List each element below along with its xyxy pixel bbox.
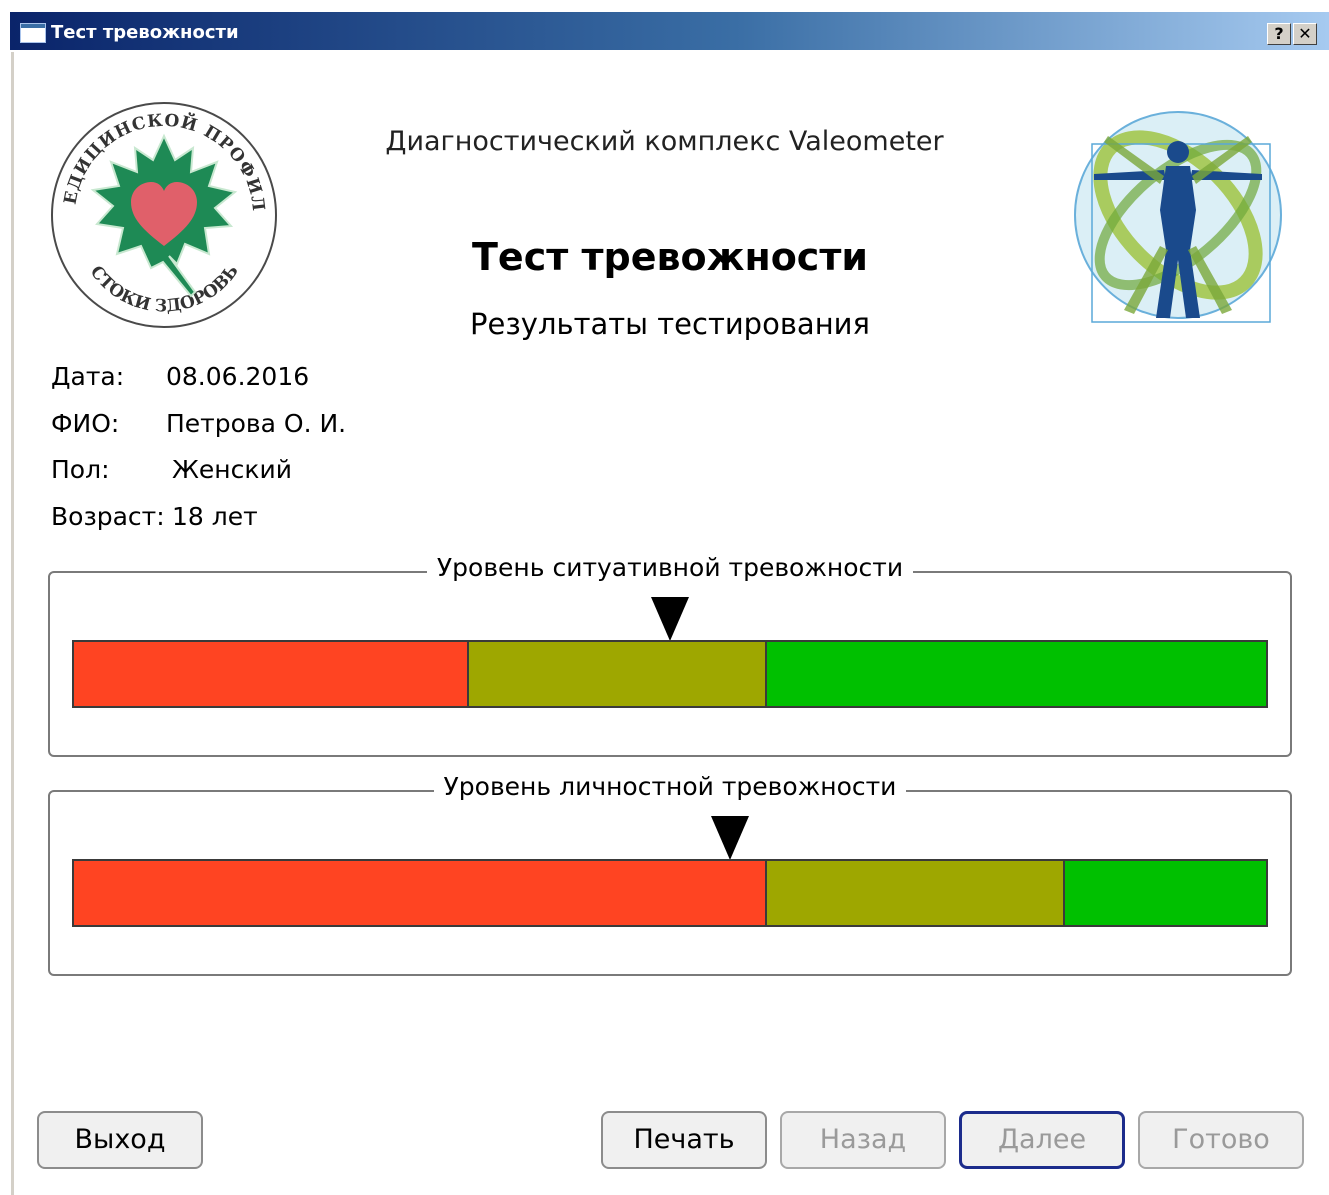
next-button[interactable]: Далее xyxy=(959,1111,1125,1169)
personal-anxiety-marker xyxy=(710,816,749,860)
exit-button[interactable]: Выход xyxy=(37,1111,203,1169)
done-button[interactable]: Готово xyxy=(1138,1111,1304,1169)
situational-anxiety-scale xyxy=(72,640,1268,708)
sex-value: Женский xyxy=(172,455,292,484)
scale-segment-low xyxy=(1063,861,1266,925)
results-heading: Результаты тестирования xyxy=(470,307,870,341)
age-label: Возраст: xyxy=(51,502,165,531)
name-value: Петрова О. И. xyxy=(166,409,347,438)
date-label: Дата: xyxy=(51,362,125,391)
situational-anxiety-label: Уровень ситуативной тревожности xyxy=(426,553,914,582)
scale-segment-mid xyxy=(765,861,1064,925)
situational-anxiety-group: Уровень ситуативной тревожности xyxy=(48,553,1292,757)
help-button[interactable]: ? xyxy=(1267,23,1291,45)
personal-anxiety-group: Уровень личностной тревожности xyxy=(48,772,1292,976)
age-value: 18 лет xyxy=(172,502,258,531)
sex-label: Пол: xyxy=(51,455,110,484)
close-button[interactable]: ✕ xyxy=(1293,23,1317,45)
situational-anxiety-marker xyxy=(651,597,689,641)
complex-subtitle: Диагностический комплекс Valeometer xyxy=(385,126,944,157)
title-bar[interactable]: Тест тревожности ? ✕ xyxy=(10,12,1329,50)
date-value: 08.06.2016 xyxy=(166,362,310,391)
page-title: Тест тревожности xyxy=(472,235,868,279)
personal-anxiety-label: Уровень личностной тревожности xyxy=(433,772,907,801)
scale-segment-low xyxy=(765,642,1266,706)
window-frame xyxy=(10,52,14,1195)
name-label: ФИО: xyxy=(51,409,120,438)
scale-segment-high xyxy=(74,861,766,925)
window-title: Тест тревожности xyxy=(51,22,239,43)
scale-segment-high xyxy=(74,642,468,706)
back-button[interactable]: Назад xyxy=(780,1111,946,1169)
print-button[interactable]: Печать xyxy=(601,1111,767,1169)
personal-anxiety-scale xyxy=(72,859,1268,927)
scale-segment-mid xyxy=(467,642,766,706)
window-app-icon xyxy=(20,23,46,43)
